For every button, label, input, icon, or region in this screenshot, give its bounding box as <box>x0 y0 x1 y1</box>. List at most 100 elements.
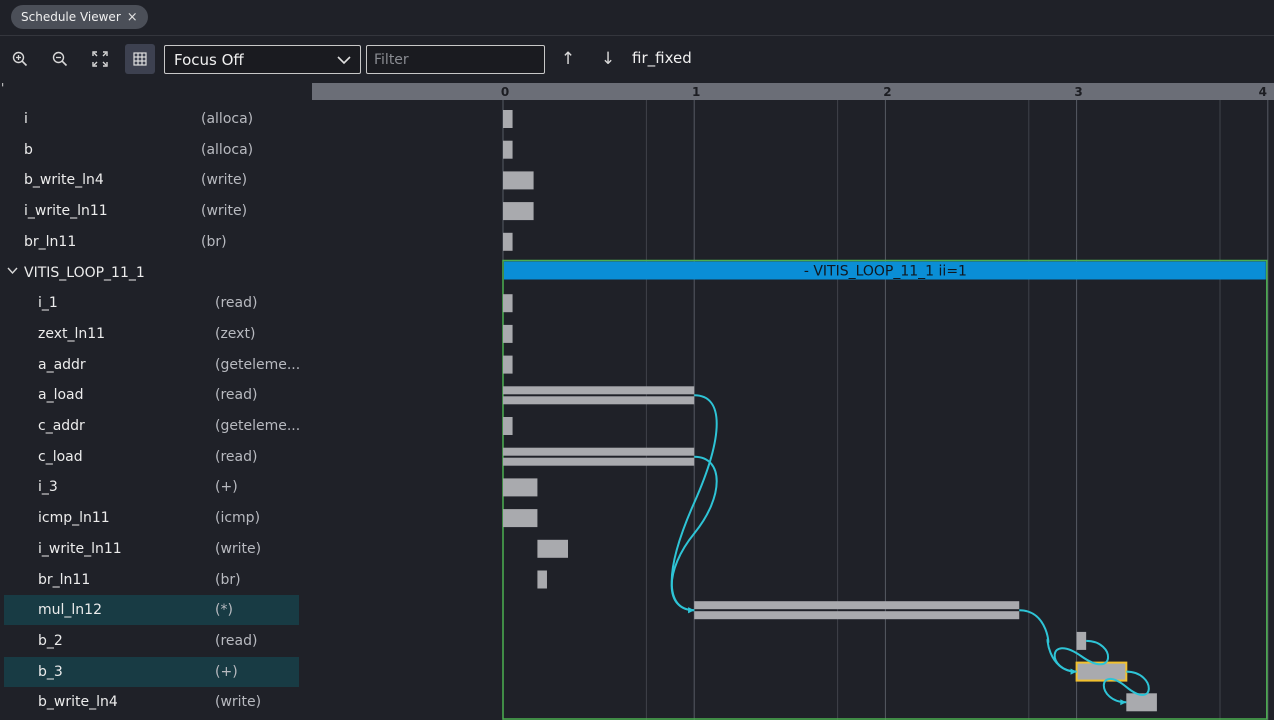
table-view-icon[interactable] <box>125 44 155 74</box>
operation-name: zext_ln11 <box>38 325 106 342</box>
operation-row[interactable]: b_3 (+) <box>4 656 299 687</box>
operation-name: br_ln11 <box>38 571 91 588</box>
fit-screen-icon[interactable] <box>85 44 115 74</box>
tick-label: 1 <box>692 85 700 99</box>
arrow-down-icon[interactable]: ↓ <box>597 46 619 72</box>
operation-row[interactable]: i_write_ln11 (write) <box>4 196 299 226</box>
operation-type: (icmp) <box>215 510 261 527</box>
arrow-head <box>1120 699 1127 706</box>
operation-bar <box>503 140 513 159</box>
tab-label: Schedule Viewer <box>21 10 121 24</box>
operation-bar <box>503 509 538 528</box>
arrow-up-icon[interactable]: ↑ <box>557 46 579 72</box>
zoom-out-icon[interactable] <box>45 44 75 74</box>
time-ruler <box>312 83 1274 100</box>
close-icon[interactable]: × <box>127 10 138 25</box>
operation-type: (br) <box>215 571 241 588</box>
operation-type: (+) <box>215 663 238 680</box>
left-ruler-mark: ' <box>1 81 5 95</box>
operation-name: c_load <box>38 448 83 465</box>
operation-bar <box>503 457 695 466</box>
operation-row[interactable]: zext_ln11 (zext) <box>4 319 299 349</box>
operation-type: (read) <box>215 387 258 404</box>
operation-type: (geteleme... <box>215 356 301 373</box>
focus-dropdown[interactable]: Focus Off <box>164 45 361 74</box>
operation-row[interactable]: icmp_ln11 (icmp) <box>4 503 299 533</box>
tick-label: 0 <box>501 85 509 99</box>
operation-bar <box>537 539 569 558</box>
operation-type: (br) <box>201 233 227 250</box>
operation-name: b_2 <box>38 632 63 649</box>
operation-type: (write) <box>201 203 248 220</box>
operation-row[interactable]: b_write_ln4 (write) <box>4 165 299 195</box>
operation-row[interactable]: i_write_ln11 (write) <box>4 534 299 564</box>
operation-type: (write) <box>215 540 262 557</box>
operation-type: (read) <box>215 448 258 465</box>
operation-name: mul_ln12 <box>38 602 102 619</box>
operation-name: br_ln11 <box>24 233 77 250</box>
operation-row[interactable]: br_ln11 (br) <box>4 565 299 595</box>
operation-name: b_3 <box>38 663 63 680</box>
operation-type: (alloca) <box>201 141 254 158</box>
toolbar: Focus Off ↑ ↓ fir_fixed <box>0 37 1274 83</box>
operation-type: (alloca) <box>201 111 254 127</box>
operation-bar <box>1076 631 1087 650</box>
tab-schedule-viewer[interactable]: Schedule Viewer × <box>11 5 148 29</box>
operation-name: b <box>24 141 33 158</box>
operation-bar <box>503 417 513 435</box>
operation-bar-highlighted <box>1075 661 1128 682</box>
operation-bar <box>503 202 534 221</box>
operation-row[interactable]: a_addr (geteleme... <box>4 350 301 380</box>
zoom-in-icon[interactable] <box>5 44 35 74</box>
operation-row[interactable]: c_load (read) <box>4 442 299 472</box>
operation-list: ' i (alloca) b (alloca) b_write_ln4 (write) i_… <box>0 81 312 720</box>
tick-label: 4 <box>1259 85 1267 99</box>
operation-bar <box>503 355 513 374</box>
tick-label: 2 <box>883 85 891 99</box>
focus-value: Focus Off <box>174 50 244 69</box>
operation-type: (zext) <box>215 325 256 342</box>
operation-bar <box>503 232 513 251</box>
operation-type: (write) <box>201 172 248 189</box>
operation-bar <box>537 570 547 589</box>
operation-row[interactable]: i_1 (read) <box>4 288 299 318</box>
timeline-svg: 0 1 2 3 4 - VITIS_LOOP_11_1 ii=1 <box>312 83 1274 720</box>
loop-group-row[interactable]: VITIS_LOOP_11_1 <box>4 258 299 288</box>
operation-name: i_write_ln11 <box>38 540 122 557</box>
operation-row[interactable]: mul_ln12 (*) <box>4 595 299 626</box>
operation-name: a_addr <box>38 356 86 373</box>
dependency-arrow <box>1019 609 1077 673</box>
operation-type: (+) <box>215 479 238 496</box>
operation-type: (write) <box>215 694 262 711</box>
operation-type: (read) <box>215 632 258 649</box>
operation-name: b_write_ln4 <box>38 694 118 711</box>
operation-row[interactable]: a_load (read) <box>4 380 299 410</box>
filter-input[interactable] <box>366 45 545 74</box>
operation-name: b_write_ln4 <box>24 172 104 189</box>
operation-name: icmp_ln11 <box>38 510 110 527</box>
operation-row[interactable]: b_write_ln4 (write) <box>4 687 299 717</box>
tab-bar: Schedule Viewer × <box>0 0 1274 36</box>
operation-row[interactable]: i (alloca) <box>4 104 299 134</box>
operation-row[interactable]: b_2 (read) <box>4 626 299 656</box>
schedule-timeline[interactable]: 0 1 2 3 4 - VITIS_LOOP_11_1 ii=1 <box>312 83 1274 720</box>
operation-row[interactable]: b (alloca) <box>4 135 299 165</box>
operation-bar <box>503 324 513 343</box>
operation-name: i_3 <box>38 479 58 496</box>
chevron-down-icon <box>337 51 351 69</box>
operation-bar <box>503 386 695 395</box>
operation-bar <box>503 447 695 456</box>
operation-bar <box>1126 693 1157 712</box>
left-ruler: ' <box>0 81 312 100</box>
operation-type: (*) <box>215 602 233 619</box>
operation-name: i <box>24 111 28 127</box>
operation-bar <box>503 478 538 497</box>
operation-type: (geteleme... <box>215 418 301 434</box>
operation-row[interactable]: br_ln11 (br) <box>4 227 299 257</box>
tick-label: 3 <box>1074 85 1082 99</box>
operation-row[interactable]: i_3 (+) <box>4 472 299 502</box>
chevron-down-icon[interactable] <box>7 264 18 278</box>
operation-bar <box>503 396 695 405</box>
operation-name: c_addr <box>38 418 85 434</box>
operation-row[interactable]: c_addr (geteleme... <box>4 411 301 441</box>
